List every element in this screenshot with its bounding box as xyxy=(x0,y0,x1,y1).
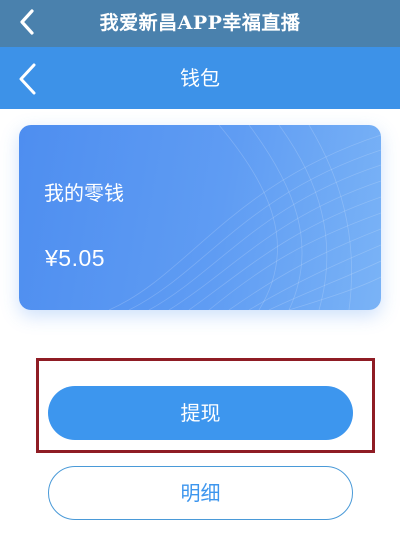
wallet-nav-bar: 钱包 xyxy=(0,47,400,109)
page-title: 钱包 xyxy=(180,66,220,90)
app-title: 我爱新昌APP幸福直播 xyxy=(99,12,301,34)
app-title-bar: 我爱新昌APP幸福直播 xyxy=(0,0,400,47)
wallet-label: 我的零钱 xyxy=(44,181,124,205)
withdraw-button[interactable]: 提现 xyxy=(48,386,353,440)
wallet-page: 我爱新昌APP幸福直播 钱包 我的零钱 ¥5.05 提现 明细 xyxy=(0,0,400,546)
wallet-balance-card: 我的零钱 ¥5.05 xyxy=(19,125,381,310)
details-button[interactable]: 明细 xyxy=(48,466,353,520)
wallet-balance-amount: ¥5.05 xyxy=(45,245,106,271)
card-wave-decoration xyxy=(108,125,381,310)
